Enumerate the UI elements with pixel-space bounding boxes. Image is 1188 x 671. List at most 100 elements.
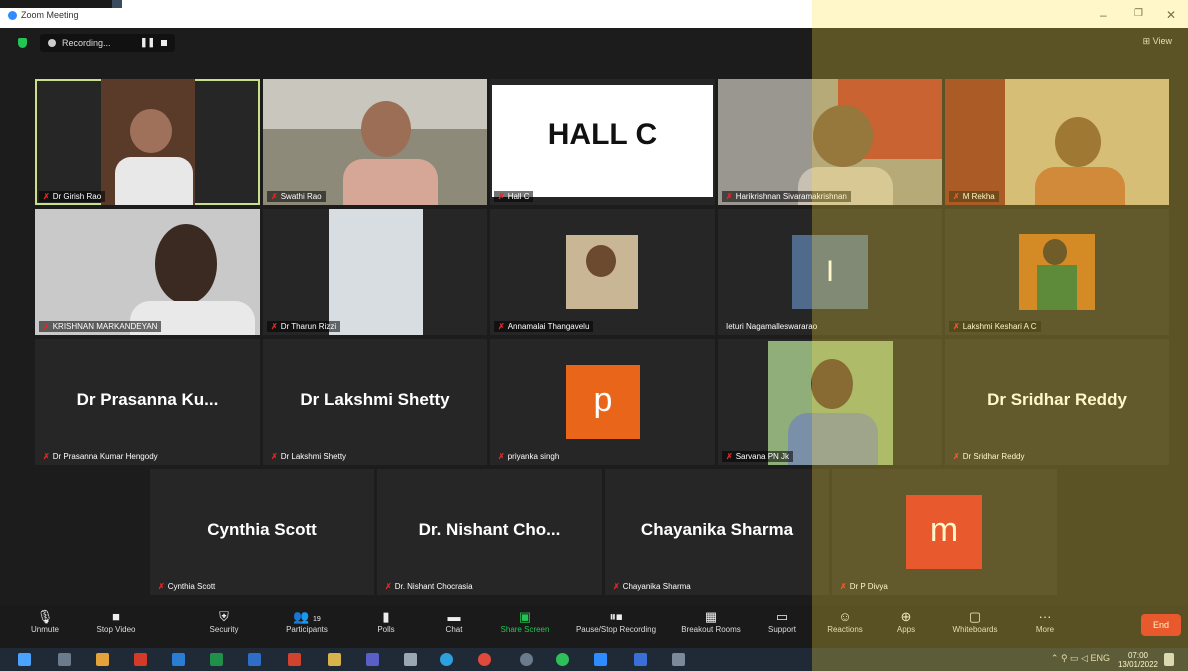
avatar-initial: I [792,235,868,309]
muted-mic-icon: ✗ [498,452,505,461]
video-tile-6[interactable]: ✗ KRISHNAN MARKANDEYAN [35,209,260,335]
muted-mic-icon: ✗ [385,582,392,591]
reactions-button[interactable]: ☺ Reactions [820,609,870,634]
participants-icon: 👥 19 [293,609,321,624]
video-tile-8[interactable]: ✗ Annamalai Thangavelu [490,209,715,335]
excel-icon[interactable] [210,653,223,666]
teams-icon[interactable] [366,653,379,666]
video-tile-13[interactable]: p ✗ priyanka singh [490,339,715,465]
whatsapp-icon[interactable] [556,653,569,666]
app-icon[interactable] [520,653,533,666]
video-tile-7[interactable]: ✗ Dr Tharun Rizzi [263,209,487,335]
muted-mic-icon: ✗ [498,322,505,331]
shield-icon: ⛨ [219,609,229,624]
video-tile-1[interactable]: ✗ Dr Girish Rao [35,79,260,205]
security-shield-icon[interactable] [18,38,27,48]
video-tile-15[interactable]: Dr Sridhar Reddy ✗ Dr Sridhar Reddy [945,339,1169,465]
pause-recording-button[interactable]: ⏸⏹ Pause/Stop Recording [566,609,666,634]
pdf-app-icon[interactable] [134,653,147,666]
app-icon[interactable] [404,653,417,666]
app-icon[interactable] [672,653,685,666]
muted-mic-icon: ✗ [43,192,50,201]
stop-recording-icon[interactable] [161,40,167,46]
outlook-icon[interactable] [172,653,185,666]
video-tile-11[interactable]: Dr Prasanna Ku... ✗ Dr Prasanna Kumar Hen… [35,339,260,465]
stop-video-button[interactable]: ■ Stop Video [88,609,144,634]
participant-name: ✗ Dr Tharun Rizzi [267,321,341,332]
pause-recording-icon[interactable]: ❚❚ [140,37,155,48]
clock[interactable]: 07:00 13/01/2022 [1118,651,1158,669]
video-tile-5[interactable]: ✗ M Rekha [945,79,1169,205]
participant-face [1055,117,1101,167]
chrome-browser-icon[interactable] [478,653,491,666]
video-tile-3[interactable]: HALL C ✗ Hall C [490,79,715,205]
profile-shirt [1037,265,1077,310]
video-tile-10[interactable]: ✗ Lakshmi Keshari A C [945,209,1169,335]
smiley-icon: ☺ [838,609,852,624]
participant-shirt [1035,167,1125,205]
muted-mic-icon: ✗ [498,192,505,201]
apps-button[interactable]: ⊕ Apps [888,609,924,634]
notifications-icon[interactable] [1164,653,1174,666]
participant-name: ✗ Dr Sridhar Reddy [953,452,1025,461]
participant-name: ✗ KRISHNAN MARKANDEYAN [39,321,162,332]
muted-mic-icon: ✗ [271,192,278,201]
video-tile-4[interactable]: ✗ Harikrishnan Sivaramakrishnan [718,79,942,205]
chat-bubble-icon: ▬ [447,609,461,624]
system-tray[interactable]: ⌃ ⚲ ▭ ◁ ENG [1051,653,1110,664]
muted-mic-icon: ✗ [953,192,960,201]
support-button[interactable]: ▭ Support [758,609,806,634]
calendar-icon[interactable] [634,653,647,666]
video-tile-16[interactable]: Cynthia Scott ✗ Cynthia Scott [150,469,374,595]
end-meeting-button[interactable]: End [1141,614,1181,636]
video-tile-12[interactable]: Dr Lakshmi Shetty ✗ Dr Lakshmi Shetty [263,339,487,465]
participants-button[interactable]: 👥 19 Participants [272,609,342,634]
video-tile-9[interactable]: I Ieturi Nagamalleswararao [718,209,942,335]
participant-name: ✗ priyanka singh [498,452,560,461]
share-screen-button[interactable]: ▣ Share Screen [494,609,556,634]
screen-edge [0,0,112,8]
record-dot-icon [48,39,56,47]
video-tile-17[interactable]: Dr. Nishant Cho... ✗ Dr. Nishant Chocrasi… [377,469,602,595]
video-tile-14[interactable]: ✗ Sarvana PN Jk [718,339,942,465]
muted-mic-icon: ✗ [953,452,960,461]
word-icon[interactable] [248,653,261,666]
participant-name: ✗ Hall C [494,191,534,202]
participant-face [130,109,172,153]
video-tile-2[interactable]: ✗ Swathi Rao [263,79,487,205]
view-label: View [1152,36,1172,46]
minimize-button[interactable]: – [1100,8,1107,22]
participant-display-name: Dr Lakshmi Shetty [300,390,450,409]
edge-browser-icon[interactable] [440,653,453,666]
participant-shirt [343,159,438,205]
view-button[interactable]: ⊞ View [1143,36,1172,47]
maximize-button[interactable]: ❐ [1134,8,1143,19]
video-tile-19[interactable]: m ✗ Dr P Divya [832,469,1057,595]
participant-name: ✗ Dr. Nishant Chocrasia [385,582,473,591]
folder-icon[interactable] [328,653,341,666]
participant-face [813,105,873,167]
muted-mic-icon: ✗ [43,452,50,461]
participant-display-name: Chayanika Sharma [640,520,794,539]
chat-button[interactable]: ▬ Chat [436,609,472,634]
participant-name: ✗ Dr Prasanna Kumar Hengody [43,452,158,461]
search-icon[interactable] [58,653,71,666]
whiteboards-button[interactable]: ▢ Whiteboards [944,609,1006,634]
polls-button[interactable]: ▮ Polls [366,609,406,634]
more-button[interactable]: ··· More [1026,609,1064,634]
windows-start-icon[interactable] [18,653,31,666]
recording-indicator: Recording... ❚❚ [40,34,175,52]
unmute-button[interactable]: 🎙 Unmute [22,609,68,634]
participant-face [811,359,853,409]
zoom-taskbar-icon[interactable] [594,653,607,666]
close-button[interactable]: ✕ [1166,8,1176,22]
breakout-rooms-button[interactable]: ▦ Breakout Rooms [672,609,750,634]
muted-mic-icon: ✗ [271,322,278,331]
powerpoint-icon[interactable] [288,653,301,666]
muted-mic-icon: ✗ [613,582,620,591]
video-tile-18[interactable]: Chayanika Sharma ✗ Chayanika Sharma [605,469,829,595]
file-explorer-icon[interactable] [96,653,109,666]
security-button[interactable]: ⛨ Security [200,609,248,634]
participant-display-name: Dr Prasanna Ku... [76,390,219,409]
participant-name: ✗ Sarvana PN Jk [722,451,794,462]
